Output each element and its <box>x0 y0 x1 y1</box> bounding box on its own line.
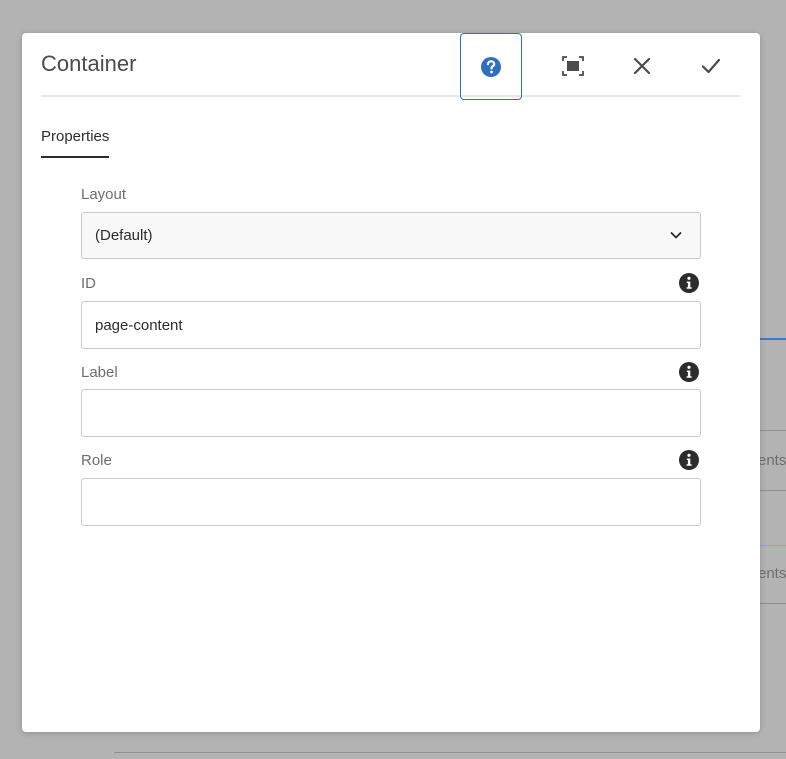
label-input[interactable] <box>81 389 701 437</box>
info-icon[interactable] <box>679 362 699 382</box>
question-circle-icon <box>481 56 501 77</box>
layout-select-value: (Default) <box>95 227 153 244</box>
layout-label: Layout <box>81 186 127 203</box>
background-text: ents <box>758 565 786 582</box>
checkmark-icon <box>701 58 721 74</box>
background-divider <box>760 490 786 491</box>
background-divider <box>760 545 786 546</box>
info-icon[interactable] <box>679 273 699 293</box>
tab-properties[interactable]: Properties <box>41 128 110 158</box>
fullscreen-button[interactable] <box>542 33 604 99</box>
background-divider <box>760 430 786 431</box>
fullscreen-icon <box>562 56 584 76</box>
dialog-title: Container <box>41 51 137 76</box>
label-label: Label <box>81 364 118 381</box>
layout-select[interactable]: (Default) <box>81 212 701 259</box>
help-button[interactable] <box>460 33 522 100</box>
background-text: ents <box>758 452 786 469</box>
container-dialog: Container Properties Layout (Default) ID <box>22 33 760 732</box>
done-button[interactable] <box>680 33 742 99</box>
background-divider <box>760 603 786 604</box>
role-label: Role <box>81 452 112 469</box>
close-button[interactable] <box>611 33 673 99</box>
background-accent-line <box>760 338 786 340</box>
id-input[interactable] <box>81 301 701 349</box>
role-input[interactable] <box>81 478 701 526</box>
chevron-down-icon <box>670 232 682 239</box>
id-label: ID <box>81 275 96 292</box>
info-icon[interactable] <box>679 450 699 470</box>
close-icon <box>633 57 651 75</box>
background-divider <box>114 752 786 753</box>
